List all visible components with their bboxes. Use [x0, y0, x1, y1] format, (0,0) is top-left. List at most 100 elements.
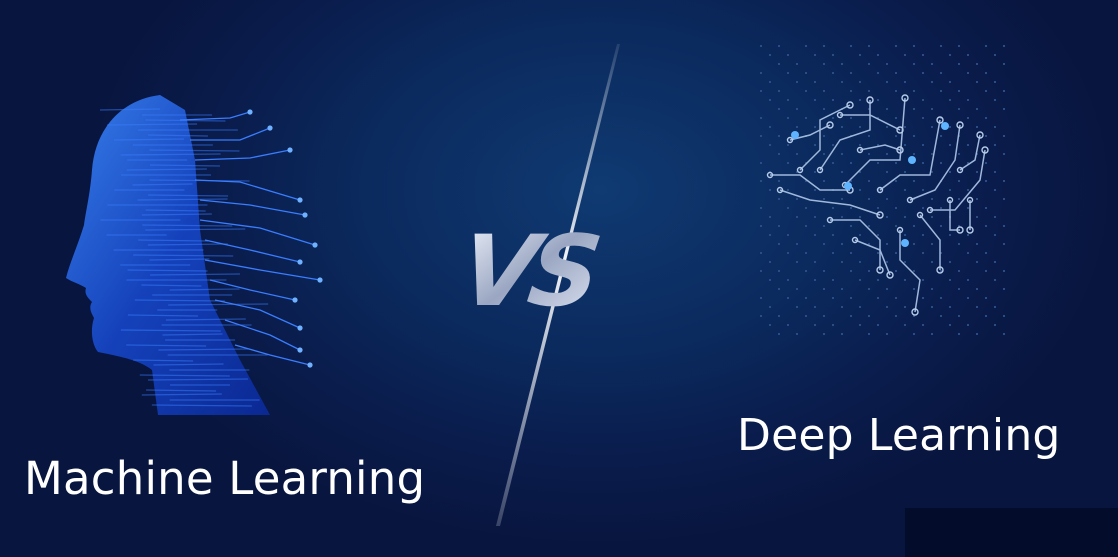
grid-dot: [949, 54, 951, 56]
grid-dot: [958, 90, 960, 92]
grid-dot: [796, 288, 798, 290]
grid-dot: [940, 135, 942, 137]
grid-dot: [841, 216, 843, 218]
grid-dot: [769, 126, 771, 128]
grid-dot: [760, 315, 762, 317]
grid-dot: [787, 162, 789, 164]
grid-dot: [949, 144, 951, 146]
vs-label: VS: [454, 215, 603, 328]
grid-dot: [886, 243, 888, 245]
grid-dot: [913, 288, 915, 290]
grid-dot: [931, 216, 933, 218]
grid-dot: [958, 153, 960, 155]
grid-dot: [895, 225, 897, 227]
grid-dot: [877, 54, 879, 56]
grid-dot: [1003, 270, 1005, 272]
grid-dot: [895, 297, 897, 299]
grid-dot: [859, 216, 861, 218]
grid-dot: [877, 99, 879, 101]
grid-dot: [850, 90, 852, 92]
grid-dot: [850, 117, 852, 119]
grid-dot: [814, 189, 816, 191]
grid-dot: [913, 225, 915, 227]
grid-dot: [760, 297, 762, 299]
grid-dot: [931, 306, 933, 308]
grid-dot: [805, 117, 807, 119]
grid-dot: [1003, 315, 1005, 317]
grid-dot: [760, 117, 762, 119]
grid-dot: [760, 45, 762, 47]
grid-dot: [859, 54, 861, 56]
grid-dot: [841, 81, 843, 83]
grid-dot: [832, 252, 834, 254]
grid-dot: [823, 243, 825, 245]
grid-dot: [805, 315, 807, 317]
grid-dot: [931, 63, 933, 65]
grid-dot: [958, 288, 960, 290]
grid-dot: [967, 99, 969, 101]
grid-dot: [850, 297, 852, 299]
grid-dot: [814, 126, 816, 128]
grid-dot: [940, 72, 942, 74]
grid-dot: [967, 297, 969, 299]
grid-dot: [904, 324, 906, 326]
grid-dot: [787, 117, 789, 119]
head-trace: [199, 199, 306, 216]
grid-dot: [859, 126, 861, 128]
grid-dot: [985, 315, 987, 317]
vs-mark: VS: [454, 215, 603, 328]
grid-dot: [985, 72, 987, 74]
grid-dot: [823, 270, 825, 272]
grid-dot: [769, 99, 771, 101]
grid-dot: [994, 261, 996, 263]
grid-dot: [967, 189, 969, 191]
grid-dot: [778, 288, 780, 290]
grid-dot: [904, 261, 906, 263]
grid-dot: [760, 270, 762, 272]
grid-dot: [886, 81, 888, 83]
grid-dot: [796, 243, 798, 245]
grid-dot: [796, 261, 798, 263]
grid-dot: [868, 315, 870, 317]
grid-dot: [1003, 198, 1005, 200]
grid-dot: [841, 198, 843, 200]
circuit-brain-icon: [760, 45, 1005, 335]
grid-dot: [877, 234, 879, 236]
grid-dot: [967, 324, 969, 326]
grid-dot: [850, 162, 852, 164]
glow-node: [941, 122, 949, 130]
glow-node: [908, 156, 916, 164]
grid-dot: [760, 207, 762, 209]
grid-dot: [841, 333, 843, 335]
grid-dot: [868, 333, 870, 335]
corner-block: [905, 508, 1118, 557]
grid-dot: [904, 279, 906, 281]
grid-dot: [904, 306, 906, 308]
grid-dot: [949, 306, 951, 308]
grid-dot: [769, 261, 771, 263]
grid-dot: [985, 270, 987, 272]
grid-dot: [823, 108, 825, 110]
grid-dot: [760, 180, 762, 182]
grid-dot: [976, 288, 978, 290]
grid-dot: [778, 135, 780, 137]
grid-dot: [823, 135, 825, 137]
head-node: [267, 125, 273, 131]
grid-dot: [868, 180, 870, 182]
grid-dot: [940, 162, 942, 164]
grid-dot: [805, 252, 807, 254]
grid-dot: [868, 288, 870, 290]
grid-dot: [886, 63, 888, 65]
grid-dot: [823, 288, 825, 290]
head-trace: [179, 111, 251, 121]
grid-dot: [796, 306, 798, 308]
grid-dot: [1003, 288, 1005, 290]
grid-dot: [886, 333, 888, 335]
grid-dot: [877, 162, 879, 164]
grid-dot: [913, 90, 915, 92]
grid-dot: [814, 54, 816, 56]
grid-dot: [913, 135, 915, 137]
grid-dot: [814, 234, 816, 236]
grid-dot: [769, 144, 771, 146]
grid-dot: [778, 243, 780, 245]
